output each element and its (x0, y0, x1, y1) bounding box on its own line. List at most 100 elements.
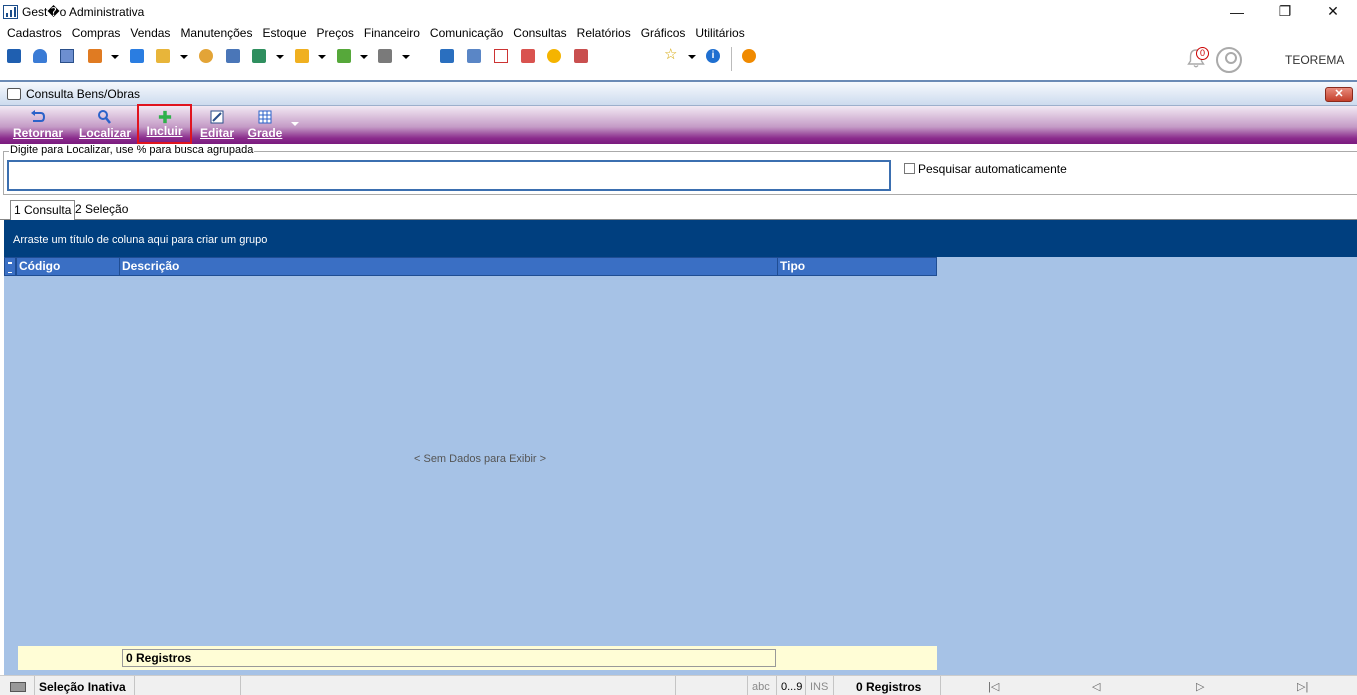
column-header-codigo[interactable]: Código (16, 257, 120, 276)
previous-record-icon[interactable]: ◁ (1092, 680, 1100, 693)
bank-icon[interactable] (226, 49, 240, 63)
window-title: Gest�o Administrativa (22, 4, 145, 19)
keyboard-icon (10, 682, 26, 692)
tab-selecao[interactable]: 2 Seleção (72, 200, 131, 220)
edit-icon (210, 110, 224, 124)
status-panel-empty (675, 676, 747, 695)
grade-label: Grade (247, 126, 283, 140)
notification-badge[interactable]: 0 (1196, 47, 1209, 60)
grid-icon (258, 110, 272, 124)
row-indicator-header[interactable] (4, 257, 16, 276)
tab-consulta[interactable]: 1 Consulta (10, 200, 76, 221)
status-panel-empty (134, 676, 240, 695)
auto-search-label[interactable]: Pesquisar automaticamente (918, 162, 1067, 176)
clock-icon[interactable] (547, 49, 561, 63)
hierarchy-icon[interactable] (88, 49, 102, 63)
schedule-icon[interactable] (521, 49, 535, 63)
search-input[interactable] (7, 160, 891, 191)
column-header-tipo[interactable]: Tipo (777, 257, 937, 276)
menu-graficos[interactable]: Gráficos (636, 23, 691, 43)
group-by-panel[interactable]: Arraste um título de coluna aqui para cr… (4, 220, 1357, 257)
minimize-button[interactable]: — (1213, 0, 1261, 23)
window-icon (7, 87, 21, 100)
menu-compras[interactable]: Compras (67, 23, 126, 43)
chevron-down-icon[interactable] (402, 55, 410, 59)
retornar-label: Retornar (12, 126, 63, 140)
person-icon[interactable] (199, 49, 213, 63)
footer-record-count: 0 Registros (122, 649, 776, 667)
data-grid[interactable]: Arraste um título de coluna aqui para cr… (4, 220, 1357, 675)
search-legend: Digite para Localizar, use % para busca … (9, 144, 255, 156)
menu-comunicacao[interactable]: Comunicação (425, 23, 508, 43)
power-icon[interactable] (742, 49, 756, 63)
inner-close-button[interactable]: ✕ (1325, 87, 1353, 102)
localizar-button[interactable]: Localizar (77, 106, 133, 144)
money-icon[interactable] (337, 49, 351, 63)
menu-estoque[interactable]: Estoque (257, 23, 311, 43)
first-record-icon[interactable]: |◁ (988, 680, 999, 693)
card-icon[interactable] (60, 49, 74, 63)
auto-search-checkbox[interactable] (904, 163, 915, 174)
editar-button[interactable]: Editar (197, 106, 237, 144)
calculator-icon[interactable] (467, 49, 481, 63)
cart-icon[interactable] (252, 49, 266, 63)
navigation-panel (940, 676, 1357, 695)
localizar-label: Localizar (78, 126, 132, 140)
close-button[interactable]: ✕ (1309, 0, 1357, 23)
avatar-icon[interactable] (1216, 47, 1242, 73)
quick-toolbar: ☆ i 0 TEOREMA (0, 43, 1357, 78)
inner-window-title: Consulta Bens/Obras (26, 86, 141, 101)
monitor-icon[interactable] (440, 49, 454, 63)
restore-button[interactable]: ❐ (1261, 0, 1309, 23)
menu-precos[interactable]: Preços (312, 23, 359, 43)
empty-grid-message: < Sem Dados para Exibir > (414, 453, 547, 465)
chevron-down-icon[interactable] (276, 55, 284, 59)
grade-button[interactable]: Grade (245, 106, 285, 144)
next-record-icon[interactable]: ▷ (1196, 680, 1204, 693)
toolbar-separator (731, 47, 732, 71)
menu-manutencoes[interactable]: Manutenções (175, 23, 257, 43)
column-header-descricao[interactable]: Descrição (119, 257, 778, 276)
inner-title-bar: Consulta Bens/Obras ✕ (0, 82, 1357, 106)
consulta-window: Consulta Bens/Obras ✕ Retornar Localizar… (0, 80, 1357, 695)
search-icon (98, 110, 111, 124)
folder-icon[interactable] (156, 49, 170, 63)
chevron-down-icon[interactable] (111, 55, 119, 59)
last-record-icon[interactable]: ▷| (1297, 680, 1308, 693)
return-icon (31, 110, 46, 122)
chevron-down-icon[interactable] (360, 55, 368, 59)
editar-label: Editar (199, 126, 234, 140)
users-icon[interactable] (33, 49, 47, 63)
star-icon[interactable]: ☆ (664, 47, 678, 62)
info-icon[interactable]: i (706, 49, 720, 63)
printer-icon[interactable] (378, 49, 392, 63)
chevron-down-icon[interactable] (688, 55, 696, 59)
company-name: TEOREMA (1285, 53, 1345, 67)
clients-icon[interactable] (7, 49, 21, 63)
box-icon[interactable] (295, 49, 309, 63)
tab-strip: 1 Consulta 2 Seleção (0, 198, 1357, 221)
building-icon[interactable] (574, 49, 588, 63)
chevron-down-icon[interactable] (180, 55, 188, 59)
grade-dropdown-icon[interactable] (291, 122, 299, 126)
menu-utilitarios[interactable]: Utilitários (690, 23, 749, 43)
status-record-count: 0 Registros (833, 676, 940, 695)
menu-vendas[interactable]: Vendas (125, 23, 175, 43)
calendar-icon[interactable] (494, 49, 508, 63)
menu-cadastros[interactable]: Cadastros (2, 23, 67, 43)
document-icon[interactable] (130, 49, 144, 63)
status-bar: Seleção Inativa abc 0...9 INS 0 Registro… (0, 675, 1357, 695)
chevron-down-icon[interactable] (318, 55, 326, 59)
app-chart-icon (3, 4, 18, 19)
ins-indicator: INS (805, 676, 833, 695)
action-toolbar: Retornar Localizar Incluir Editar Grade (0, 106, 1357, 144)
menu-financeiro[interactable]: Financeiro (359, 23, 425, 43)
selection-status: Seleção Inativa (34, 676, 134, 695)
menu-relatorios[interactable]: Relatórios (572, 23, 636, 43)
highlight-box (137, 104, 192, 144)
abc-indicator: abc (747, 676, 776, 695)
retornar-button[interactable]: Retornar (7, 106, 69, 144)
digits-indicator: 0...9 (776, 676, 805, 695)
status-panel-empty (240, 676, 675, 695)
menu-consultas[interactable]: Consultas (508, 23, 571, 43)
